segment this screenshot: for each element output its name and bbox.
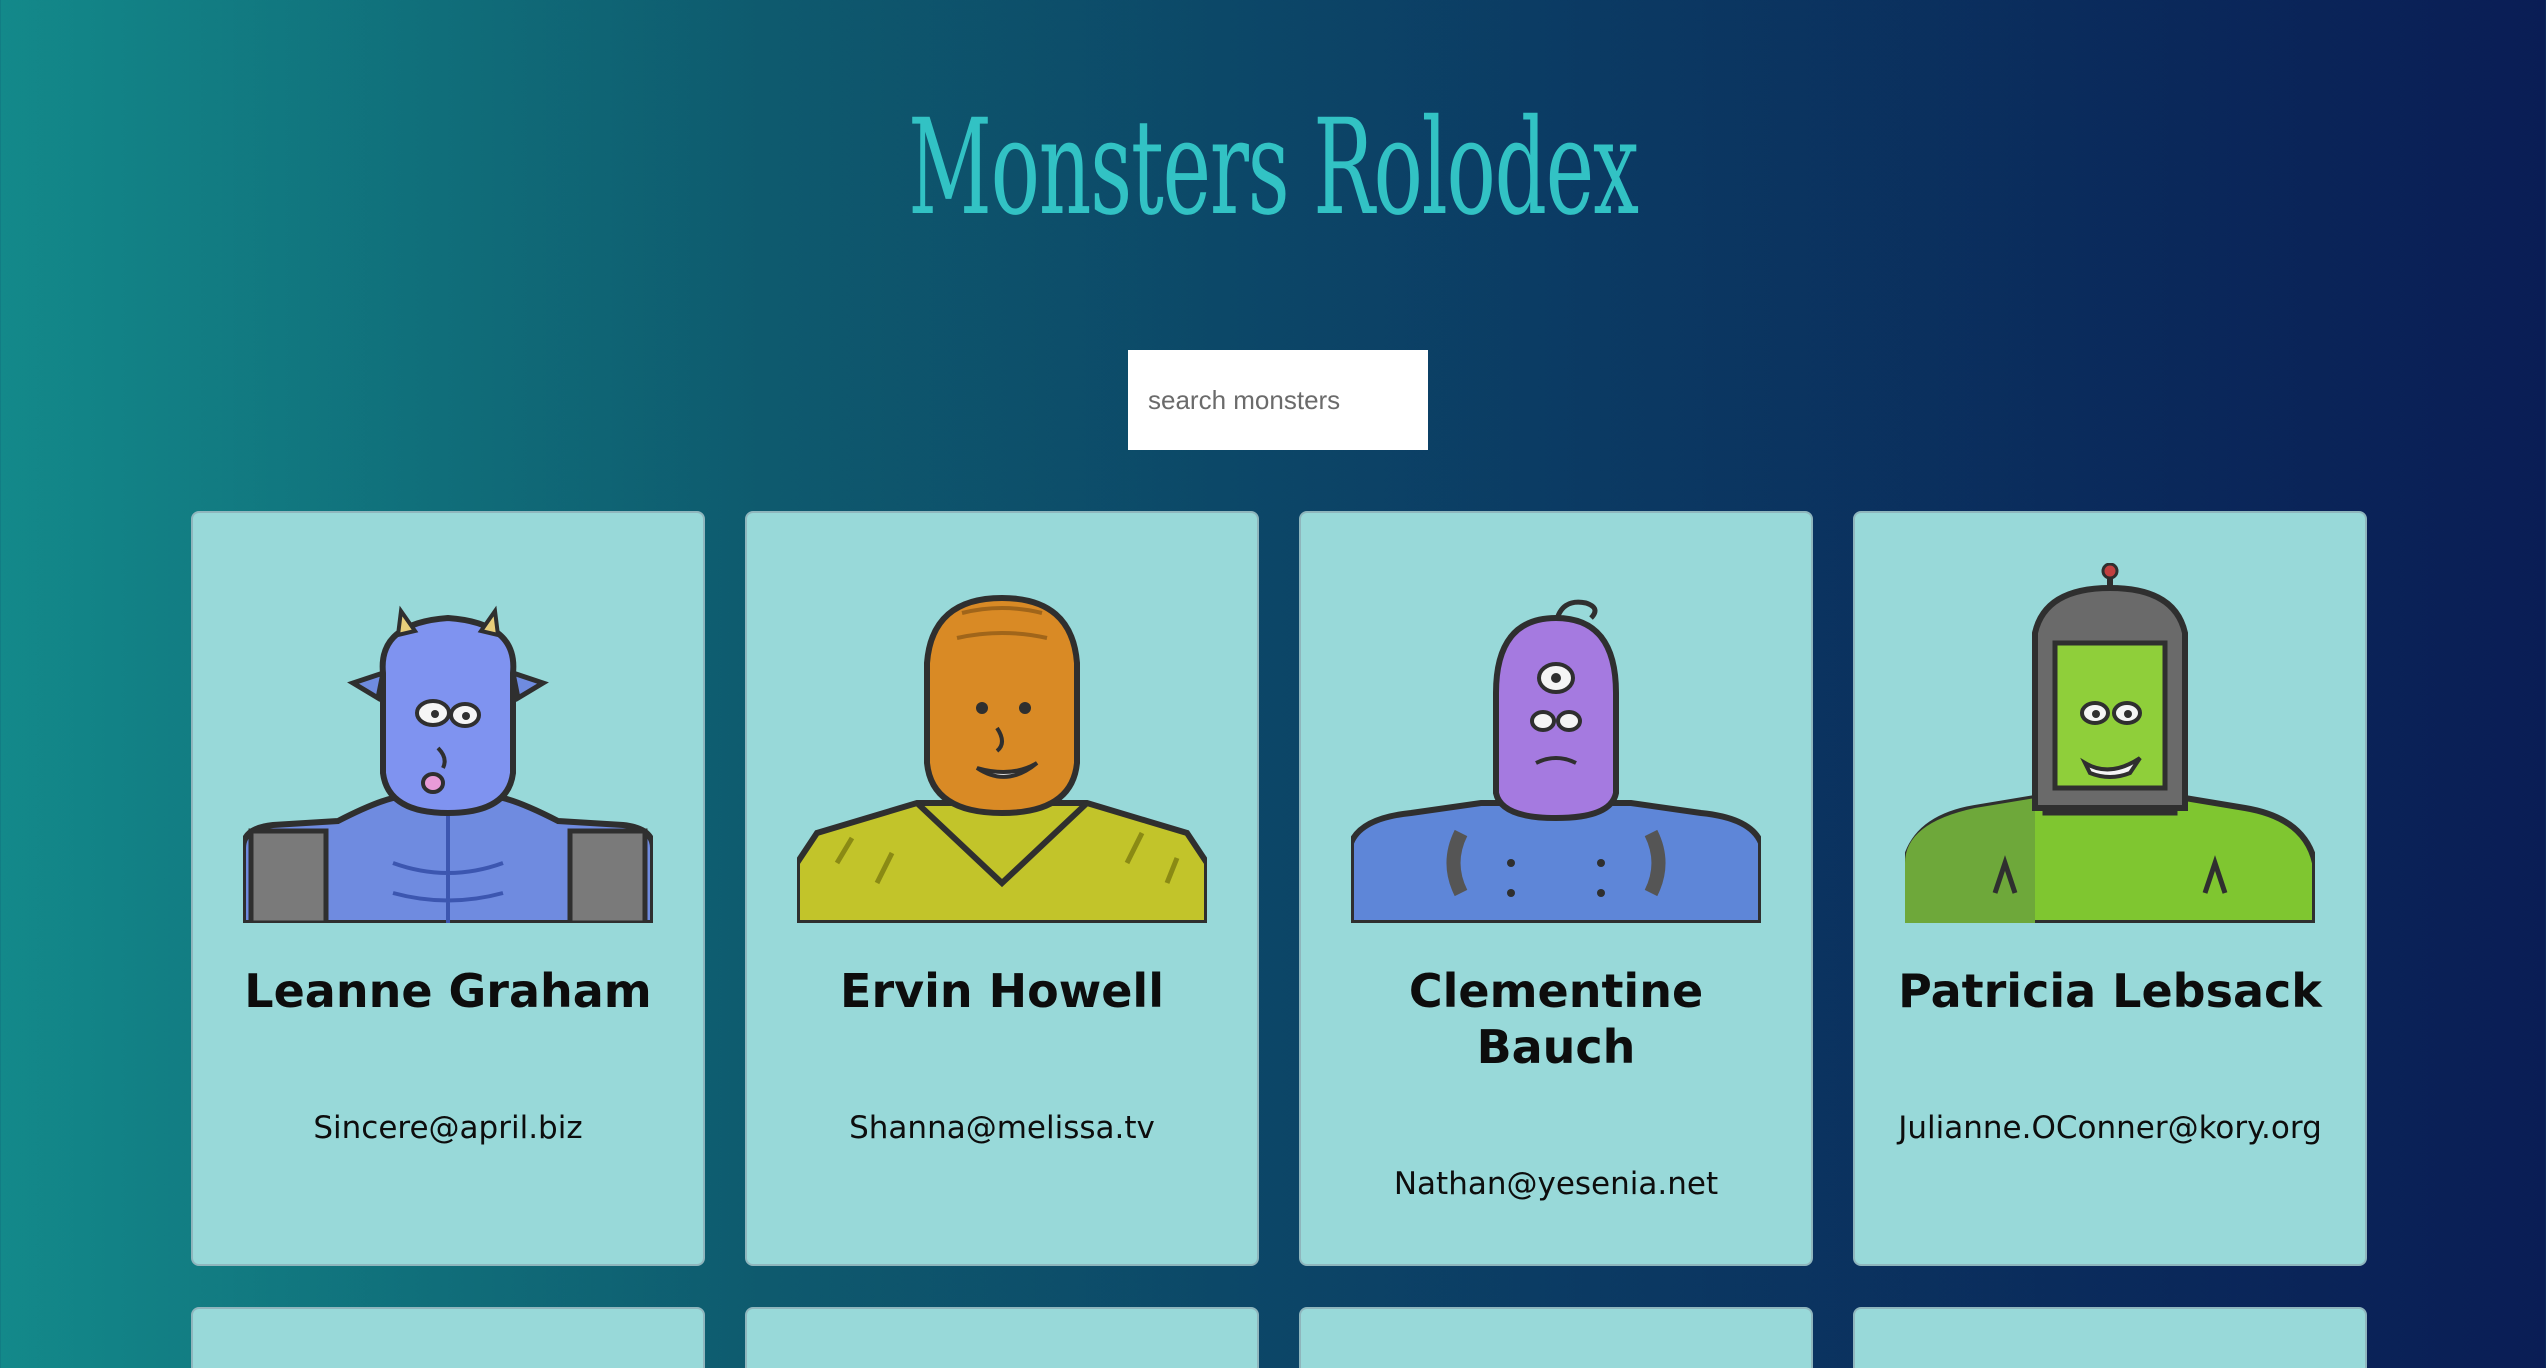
monster-card[interactable] [1299, 1307, 1813, 1368]
monster-name: Leanne Graham [244, 964, 652, 1018]
monster-name: Clementine Bauch [1408, 964, 1704, 1074]
monster-card[interactable]: Ervin Howell Shanna@melissa.tv [745, 511, 1259, 1266]
monster-avatar-image [243, 563, 653, 923]
search-input[interactable] [1128, 350, 1428, 450]
page-title: Monsters Rolodex [908, 91, 1639, 245]
monster-name: Ervin Howell [840, 964, 1164, 1018]
monster-name: Patricia Lebsack [1898, 964, 2322, 1018]
monster-avatar-image [1351, 563, 1761, 923]
monster-email: Shanna@melissa.tv [849, 1110, 1155, 1146]
monster-card[interactable]: Leanne Graham Sincere@april.biz [191, 511, 705, 1266]
monster-email: Nathan@yesenia.net [1393, 1166, 1719, 1202]
monster-card[interactable] [1853, 1307, 2367, 1368]
monster-card[interactable]: Patricia Lebsack Julianne.OConner@kory.o… [1853, 511, 2367, 1266]
monster-avatar-image [1905, 563, 2315, 923]
monster-email: Sincere@april.biz [313, 1110, 583, 1146]
monster-email: Julianne.OConner@kory.org [1898, 1110, 2322, 1146]
monster-card[interactable] [745, 1307, 1259, 1368]
monster-avatar-image [797, 563, 1207, 923]
monster-card[interactable]: Clementine Bauch Nathan@yesenia.net [1299, 511, 1813, 1266]
monster-card[interactable] [191, 1307, 705, 1368]
